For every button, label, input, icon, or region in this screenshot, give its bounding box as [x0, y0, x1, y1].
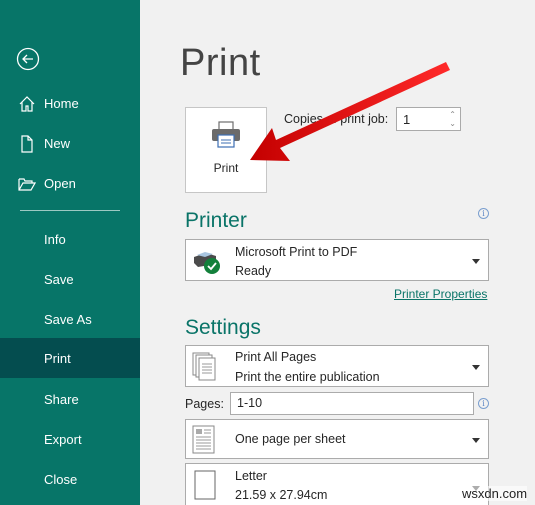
sidebar-item-label: Print — [44, 350, 71, 366]
sidebar-item-new[interactable]: New — [0, 123, 140, 163]
sidebar-item-label: Open — [44, 175, 76, 191]
copies-label: Copies of print job: — [284, 112, 389, 126]
sidebar-item-save[interactable]: Save — [0, 259, 140, 299]
pages-per-sheet-dropdown[interactable]: One page per sheet — [185, 419, 489, 459]
pages-input[interactable]: 1-10 — [230, 392, 474, 415]
dropdown-arrow-icon — [472, 365, 480, 370]
copies-spinner[interactable]: 1 ⌃ ⌄ — [396, 107, 461, 131]
dropdown-arrow-icon — [472, 259, 480, 264]
paper-size-dropdown[interactable]: Letter 21.59 x 27.94cm — [185, 463, 489, 505]
sidebar-item-label: Close — [44, 471, 78, 487]
sidebar-item-export[interactable]: Export — [0, 419, 140, 459]
sidebar-item-label: Share — [44, 391, 79, 407]
printer-section-title: Printer — [185, 209, 247, 232]
sidebar-item-print[interactable]: Print — [0, 338, 140, 378]
sidebar-item-info[interactable]: Info — [0, 219, 140, 259]
printer-icon — [212, 121, 240, 148]
multiple-pages-icon — [192, 352, 216, 381]
sidebar-item-label: Save As — [44, 311, 92, 327]
sidebar-item-label: Export — [44, 431, 82, 447]
sidebar-item-label: Home — [44, 95, 79, 111]
home-icon — [19, 96, 35, 112]
info-icon[interactable]: i — [478, 208, 489, 219]
spin-up-icon[interactable]: ⌃ — [449, 110, 456, 119]
folder-open-icon — [18, 178, 36, 191]
page-title: Print — [180, 42, 261, 84]
pages-value: 1-10 — [237, 396, 263, 410]
sidebar-item-save-as[interactable]: Save As — [0, 299, 140, 339]
settings-section-title: Settings — [185, 316, 261, 339]
spin-down-icon[interactable]: ⌄ — [449, 119, 456, 128]
info-icon[interactable]: i — [478, 398, 489, 409]
printer-properties-link[interactable]: Printer Properties — [394, 287, 487, 301]
sidebar-item-label: New — [44, 135, 71, 151]
printer-status: Ready — [235, 264, 272, 278]
print-range-dropdown[interactable]: Print All Pages Print the entire publica… — [185, 345, 489, 387]
sidebar-item-share[interactable]: Share — [0, 379, 140, 419]
paper-dimensions: 21.59 x 27.94cm — [235, 488, 328, 502]
pages-label: Pages: — [185, 397, 224, 411]
back-arrow-circle-icon[interactable] — [16, 47, 40, 71]
sidebar-item-label: Save — [44, 271, 74, 287]
backstage-sidebar: Home New Open Info Save Save As Print Sh… — [0, 0, 140, 505]
sidebar-item-label: Info — [44, 231, 66, 247]
print-button[interactable]: Print — [185, 107, 267, 193]
print-range-description: Print the entire publication — [235, 370, 380, 384]
sidebar-item-close[interactable]: Close — [0, 459, 140, 499]
copies-value: 1 — [403, 112, 411, 127]
pages-per-sheet-value: One page per sheet — [235, 432, 346, 446]
print-button-label: Print — [213, 161, 239, 175]
printer-name: Microsoft Print to PDF — [235, 245, 358, 259]
sidebar-item-open[interactable]: Open — [0, 163, 140, 203]
paper-icon — [194, 470, 216, 500]
one-page-per-sheet-icon — [192, 425, 215, 454]
printer-ready-icon — [194, 252, 220, 274]
dropdown-arrow-icon — [472, 438, 480, 443]
print-range-title: Print All Pages — [235, 350, 317, 364]
printer-dropdown[interactable]: Microsoft Print to PDF Ready — [185, 239, 489, 281]
sidebar-item-home[interactable]: Home — [0, 83, 140, 123]
sidebar-divider — [20, 210, 120, 211]
spinner-arrows[interactable]: ⌃ ⌄ — [449, 110, 456, 128]
paper-name: Letter — [235, 469, 267, 483]
new-document-icon — [21, 135, 33, 153]
watermark: wsxdn.com — [462, 486, 528, 501]
